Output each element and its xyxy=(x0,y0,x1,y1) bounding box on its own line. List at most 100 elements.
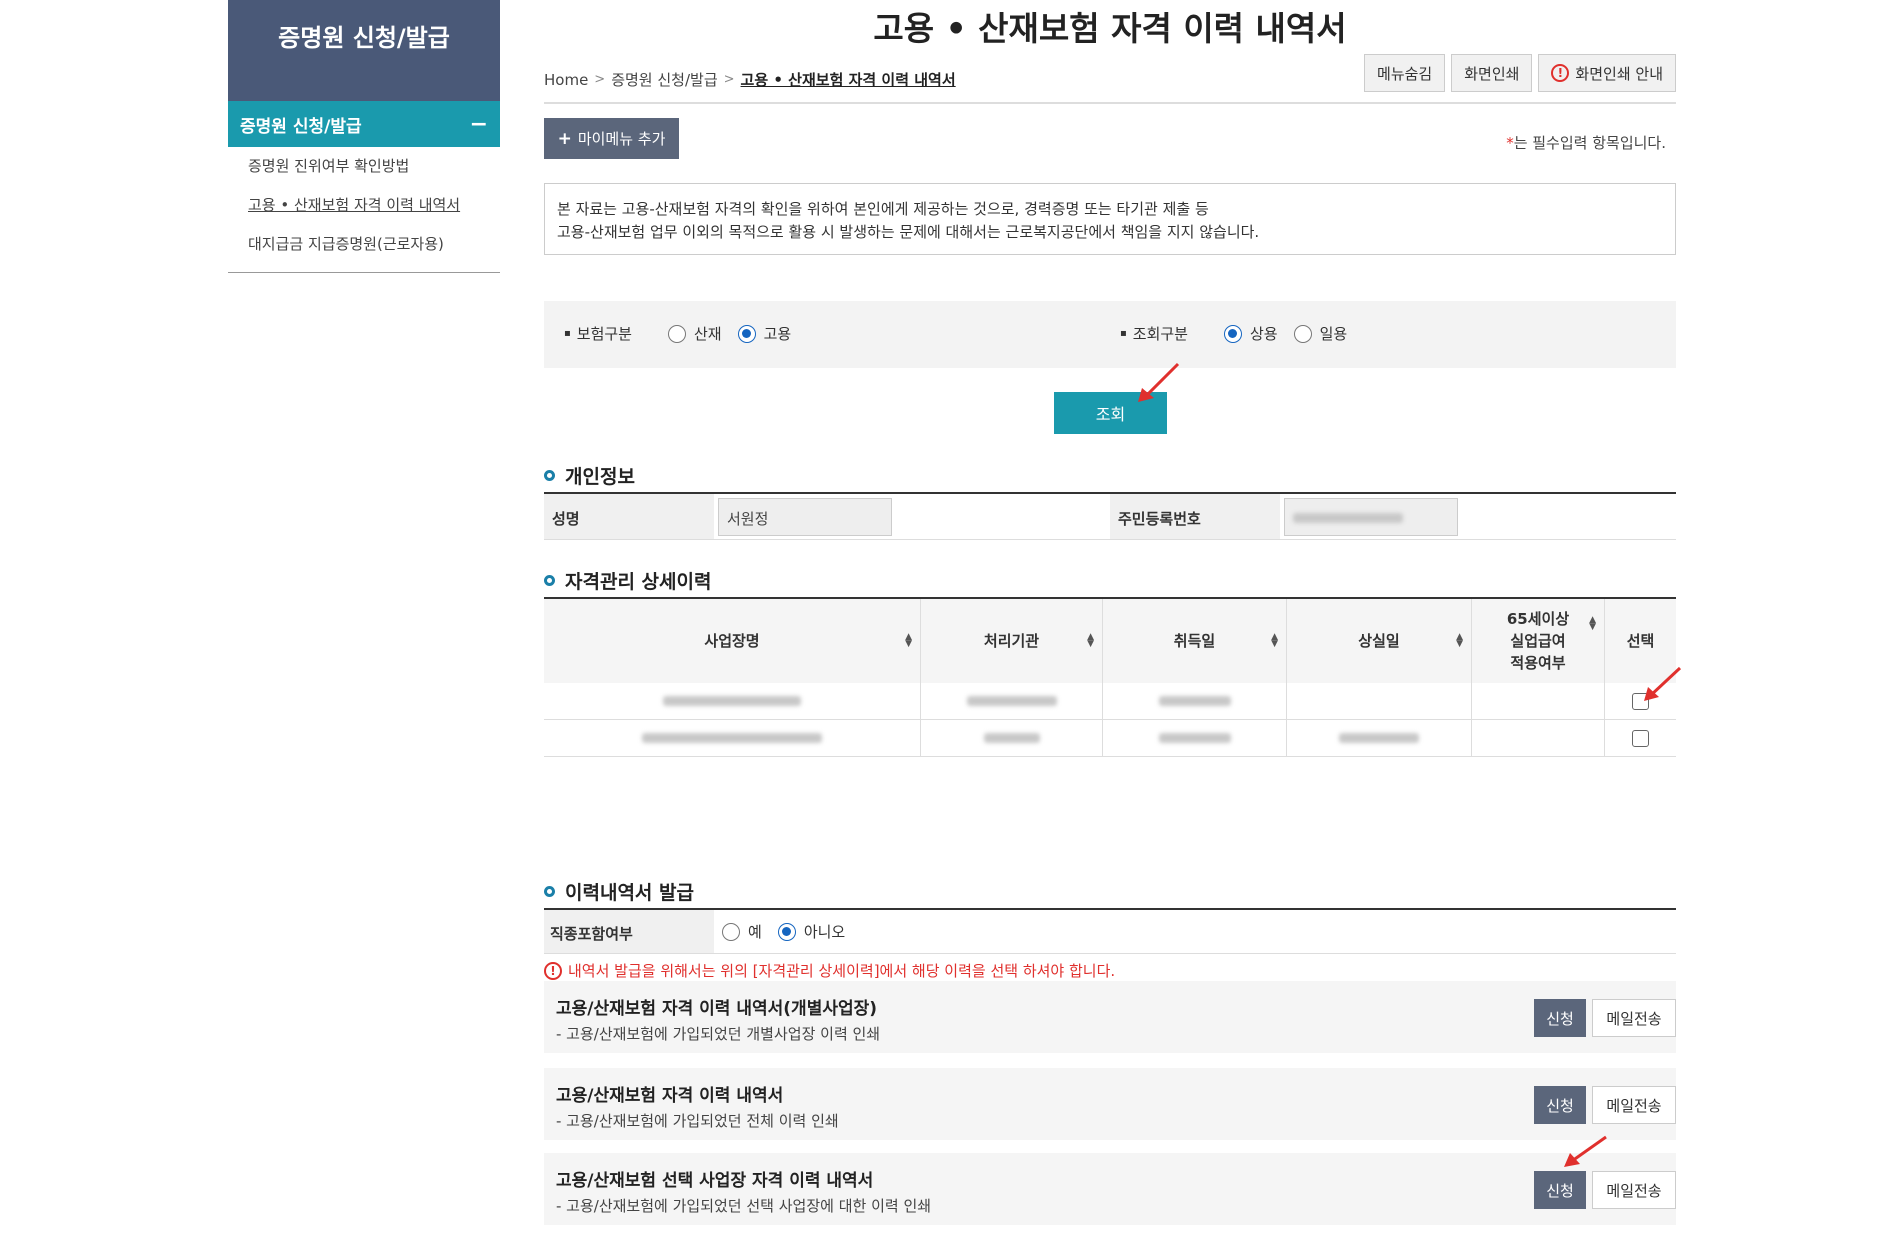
issue-row: 고용/산재보험 자격 이력 내역서(개별사업장) - 고용/산재보험에 가입되었… xyxy=(544,981,1676,1053)
sort-icon[interactable]: ▲ ▼ xyxy=(1456,633,1463,649)
table-row xyxy=(544,683,1676,720)
masked-value xyxy=(983,733,1040,743)
notice-box: 본 자료는 고용-산재보험 자격의 확인을 위하여 본인에게 제공하는 것으로,… xyxy=(544,183,1676,255)
cell-over65 xyxy=(1472,683,1605,720)
radio-label: 예 xyxy=(748,923,762,941)
radio-button[interactable] xyxy=(1293,324,1312,343)
cell-acquire-date xyxy=(1103,720,1287,757)
apply-button[interactable]: 신청 xyxy=(1534,1086,1586,1124)
apply-button[interactable]: 신청 xyxy=(1534,999,1586,1037)
query-filter: ▪ 조회구분 상용 일용 xyxy=(1120,323,1363,344)
chevron-right-icon: > xyxy=(594,72,606,87)
page-title: 고용 • 산재보험 자격 이력 내역서 xyxy=(873,9,1347,48)
sort-icon[interactable]: ▲ ▼ xyxy=(1271,633,1278,649)
col-select: 선택 xyxy=(1605,599,1676,683)
radio-label: 일용 xyxy=(1319,325,1348,343)
issue-buttons: 신청 메일전송 xyxy=(1534,1171,1676,1209)
sort-icon[interactable]: ▲ ▼ xyxy=(1589,616,1596,632)
chevron-right-icon: > xyxy=(723,72,735,87)
sidebar-item-payment-cert[interactable]: 대지급금 지급증명원(근로자용) xyxy=(228,225,500,264)
add-mymenu-label: 마이메뉴 추가 xyxy=(577,130,666,148)
col-workplace[interactable]: 사업장명 ▲ ▼ xyxy=(544,599,921,683)
radio-yes[interactable]: 예 xyxy=(722,921,762,942)
col-acquire-date[interactable]: 취득일 ▲ ▼ xyxy=(1103,599,1287,683)
issue-title: 고용/산재보험 자격 이력 내역서(개별사업장) xyxy=(556,999,878,1019)
cell-workplace xyxy=(544,683,921,720)
cell-loss-date xyxy=(1287,720,1472,757)
breadcrumb-home[interactable]: Home xyxy=(544,71,588,89)
required-star: * xyxy=(1506,134,1514,152)
email-button[interactable]: 메일전송 xyxy=(1592,999,1676,1037)
cell-workplace xyxy=(544,720,921,757)
section-title-personal: 개인정보 xyxy=(544,462,635,489)
table-header-row: 사업장명 ▲ ▼ 처리기관 ▲ ▼ 취득일 ▲ ▼ 상실일 ▲ ▼ 65세이상 실업급여… xyxy=(544,599,1676,683)
row-checkbox[interactable] xyxy=(1632,729,1649,747)
section-title-issue: 이력내역서 발급 xyxy=(544,878,694,905)
cell-acquire-date xyxy=(1103,683,1287,720)
bullet-icon: ▪ xyxy=(1120,328,1127,339)
radio-button-selected[interactable] xyxy=(737,324,756,343)
radio-goyong[interactable]: 고용 xyxy=(737,323,792,344)
job-include-table: 직종포함여부 예 아니오 xyxy=(544,908,1676,954)
email-button[interactable]: 메일전송 xyxy=(1592,1171,1676,1209)
issue-row: 고용/산재보험 선택 사업장 자격 이력 내역서 - 고용/산재보험에 가입되었… xyxy=(544,1153,1676,1225)
sidebar-section-toggle[interactable]: 증명원 신청/발급 − xyxy=(228,101,500,147)
radio-button-selected[interactable] xyxy=(777,922,796,941)
alert-icon: ! xyxy=(544,961,562,980)
issue-buttons: 신청 메일전송 xyxy=(1534,999,1676,1037)
circle-bullet-icon xyxy=(544,575,555,586)
apply-button[interactable]: 신청 xyxy=(1534,1171,1586,1209)
circle-bullet-icon xyxy=(544,886,555,897)
sidebar-item-verify[interactable]: 증명원 진위여부 확인방법 xyxy=(228,147,500,186)
breadcrumb-level1[interactable]: 증명원 신청/발급 xyxy=(611,69,717,90)
radio-label: 아니오 xyxy=(803,923,846,941)
required-note-text: 는 필수입력 항목입니다. xyxy=(1513,134,1666,152)
name-label: 성명 xyxy=(544,494,714,539)
col-label: 상실일 xyxy=(1358,632,1400,650)
breadcrumb-current[interactable]: 고용 • 산재보험 자격 이력 내역서 xyxy=(741,69,956,90)
hide-menu-button[interactable]: 메뉴숨김 xyxy=(1364,54,1446,92)
sidebar-title: 증명원 신청/발급 xyxy=(228,0,500,101)
issue-title: 고용/산재보험 선택 사업장 자격 이력 내역서 xyxy=(556,1171,874,1191)
col-agency[interactable]: 처리기관 ▲ ▼ xyxy=(921,599,1103,683)
col-loss-date[interactable]: 상실일 ▲ ▼ xyxy=(1287,599,1472,683)
add-mymenu-button[interactable]: + 마이메뉴 추가 xyxy=(544,118,679,159)
sidebar-item-history[interactable]: 고용 • 산재보험 자격 이력 내역서 xyxy=(228,186,500,225)
filter-bar: ▪ 보험구분 산재 고용 ▪ 조회구분 상용 일용 xyxy=(544,301,1676,368)
col-label-line: 실업급여 xyxy=(1510,632,1566,650)
radio-no[interactable]: 아니오 xyxy=(777,921,846,942)
print-guide-button[interactable]: ! 화면인쇄 안내 xyxy=(1538,54,1676,92)
col-over65[interactable]: 65세이상 실업급여 적용여부 ▲ ▼ xyxy=(1472,599,1605,683)
masked-value xyxy=(1339,733,1419,743)
col-label: 처리기관 xyxy=(983,632,1040,650)
radio-sangyong[interactable]: 상용 xyxy=(1223,323,1278,344)
masked-value xyxy=(1158,733,1231,743)
radio-ilyong[interactable]: 일용 xyxy=(1293,323,1348,344)
radio-button[interactable] xyxy=(722,922,740,941)
col-label: 선택 xyxy=(1626,632,1655,650)
print-guide-label: 화면인쇄 안내 xyxy=(1575,64,1663,83)
selection-warning-text: 내역서 발급을 위해서는 위의 [자격관리 상세이력]에서 해당 이력을 선택 … xyxy=(568,962,1116,980)
print-button[interactable]: 화면인쇄 xyxy=(1451,54,1533,92)
radio-sanjae[interactable]: 산재 xyxy=(667,323,722,344)
section-title-text: 개인정보 xyxy=(565,466,635,488)
radio-button-selected[interactable] xyxy=(1223,324,1242,343)
breadcrumb: Home > 증명원 신청/발급 > 고용 • 산재보험 자격 이력 내역서 xyxy=(544,69,956,90)
divider xyxy=(544,102,1676,104)
bullet-icon: ▪ xyxy=(564,328,571,339)
search-button[interactable]: 조회 xyxy=(1054,392,1167,434)
radio-label: 고용 xyxy=(763,325,792,343)
sidebar-section-label: 증명원 신청/발급 xyxy=(240,116,362,137)
email-button[interactable]: 메일전송 xyxy=(1592,1086,1676,1124)
row-checkbox[interactable] xyxy=(1632,692,1649,710)
sort-icon[interactable]: ▲ ▼ xyxy=(1087,633,1094,649)
sort-icon[interactable]: ▲ ▼ xyxy=(905,633,912,649)
name-cell: 서원정 xyxy=(714,494,1110,539)
rrn-label: 주민등록번호 xyxy=(1110,494,1280,539)
alert-icon: ! xyxy=(1551,64,1570,82)
radio-button[interactable] xyxy=(667,324,686,343)
issue-desc: - 고용/산재보험에 가입되었던 전체 이력 인쇄 xyxy=(556,1112,839,1130)
issue-row: 고용/산재보험 자격 이력 내역서 - 고용/산재보험에 가입되었던 전체 이력… xyxy=(544,1068,1676,1140)
issue-desc: - 고용/산재보험에 가입되었던 개별사업장 이력 인쇄 xyxy=(556,1025,881,1043)
cell-agency xyxy=(921,683,1103,720)
